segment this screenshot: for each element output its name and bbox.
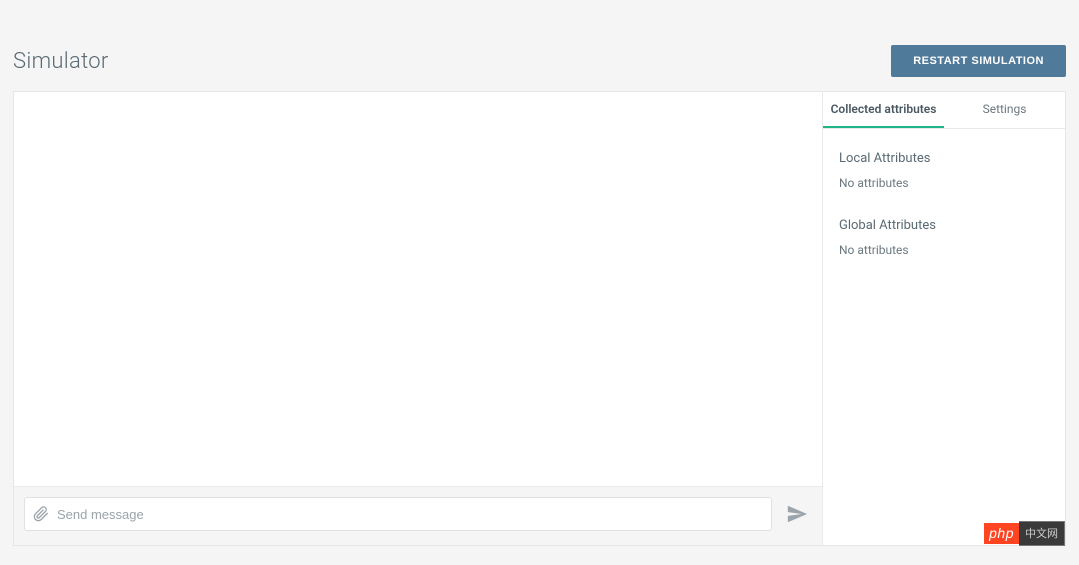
global-attributes-heading: Global Attributes: [839, 218, 1049, 233]
tab-settings[interactable]: Settings: [944, 92, 1065, 128]
simulator-container: Simulator RESTART SIMULATION: [0, 0, 1079, 559]
message-input-wrapper: [24, 497, 772, 531]
watermark-cn-label: 中文网: [1019, 521, 1065, 546]
global-attributes-empty: No attributes: [839, 243, 1049, 257]
local-attributes-empty: No attributes: [839, 176, 1049, 190]
message-input[interactable]: [57, 498, 771, 530]
restart-simulation-button[interactable]: RESTART SIMULATION: [891, 45, 1066, 77]
attachment-icon[interactable]: [33, 506, 49, 522]
local-attributes-heading: Local Attributes: [839, 151, 1049, 166]
tabs: Collected attributes Settings: [823, 92, 1065, 129]
side-panel: Collected attributes Settings Local Attr…: [823, 92, 1065, 545]
header: Simulator RESTART SIMULATION: [13, 13, 1066, 77]
watermark-php-label: php: [984, 523, 1019, 544]
messages-area: [14, 92, 822, 486]
global-attributes-section: Global Attributes No attributes: [839, 218, 1049, 257]
chat-panel: [14, 92, 823, 545]
page-title: Simulator: [13, 49, 109, 74]
tab-content: Local Attributes No attributes Global At…: [823, 129, 1065, 307]
local-attributes-section: Local Attributes No attributes: [839, 151, 1049, 190]
input-row: [14, 486, 822, 545]
watermark: php 中文网: [984, 521, 1065, 546]
tab-collected-attributes[interactable]: Collected attributes: [823, 92, 944, 128]
send-icon: [786, 503, 808, 525]
main-content: Collected attributes Settings Local Attr…: [13, 91, 1066, 546]
send-button[interactable]: [782, 499, 812, 529]
